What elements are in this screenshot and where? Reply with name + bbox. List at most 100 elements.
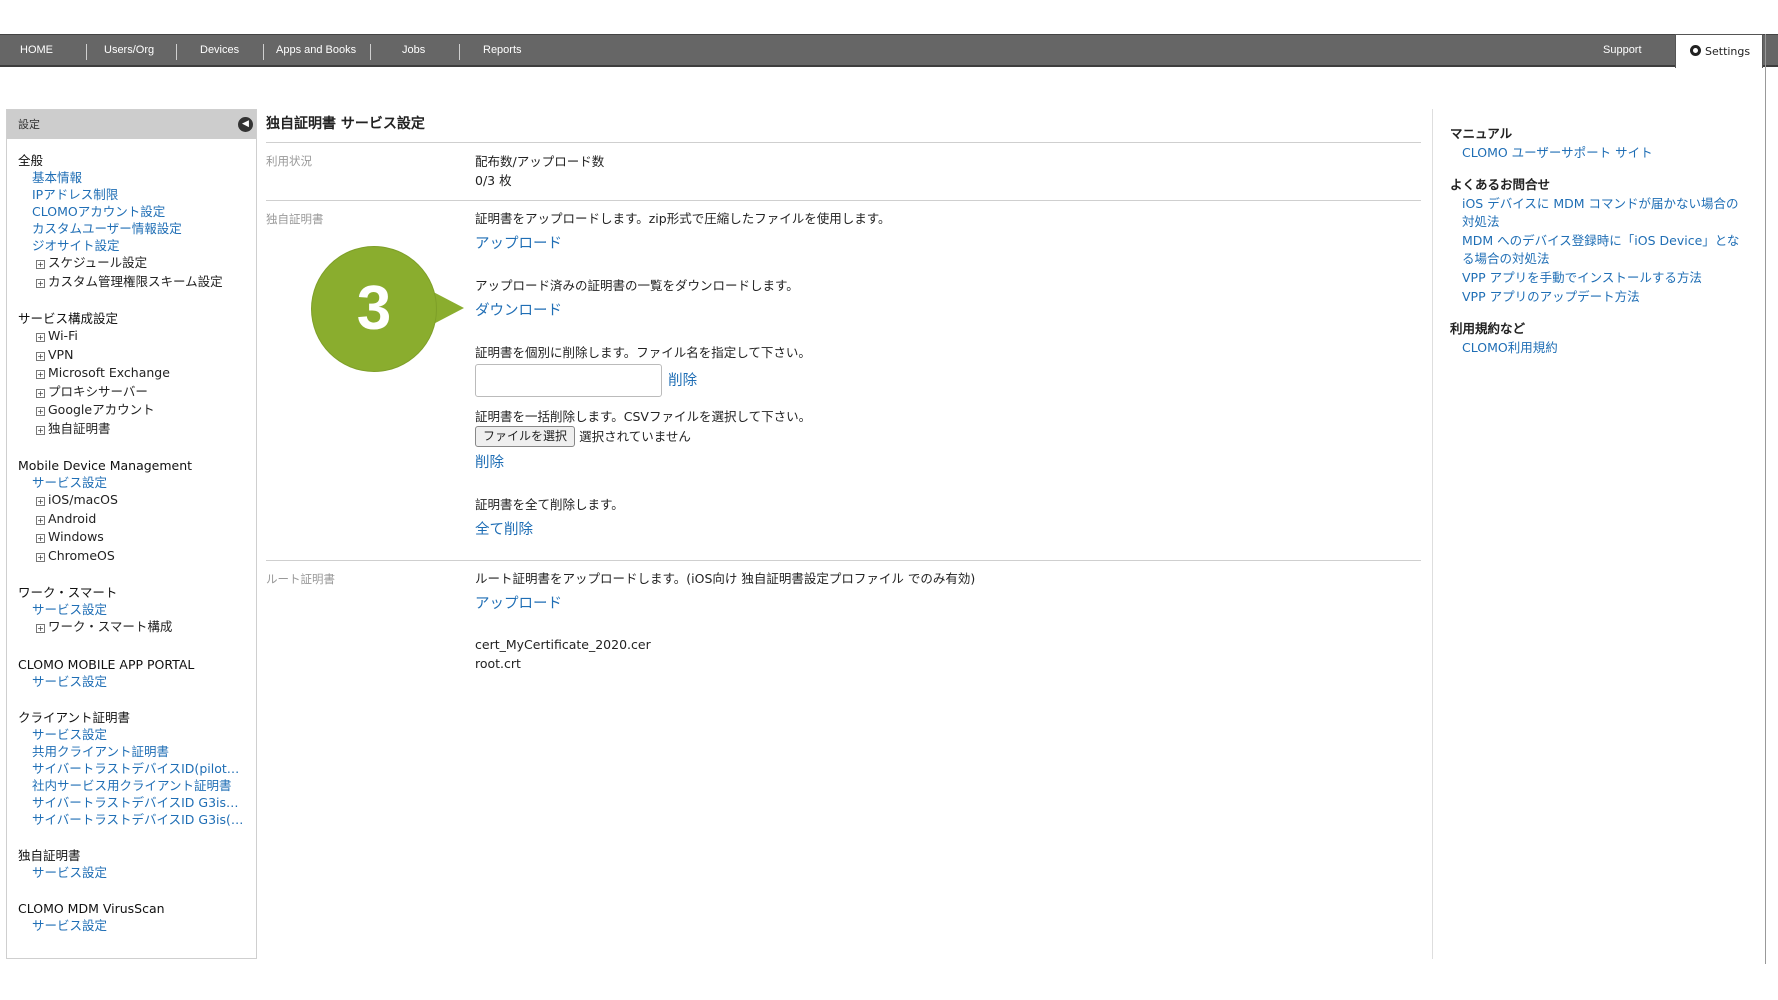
sidebar-group: ワーク・スマート サービス設定 + ワーク・スマート構成 [18, 584, 256, 637]
sidebar-tree-item[interactable]: + プロキシサーバー [18, 383, 256, 402]
sidebar-group-title: サービス構成設定 [18, 311, 119, 326]
nav-reports[interactable]: Reports [483, 35, 522, 66]
sidebar-link[interactable]: CLOMOアカウント設定 [18, 203, 244, 220]
sidebar-group-title: 全般 [18, 153, 44, 168]
sidebar-tree-item[interactable]: + Windows [18, 528, 256, 547]
usage-section: 利用状況 配布数/アップロード数 0/3 枚 [266, 143, 1421, 201]
page-title: 独自証明書 サービス設定 [266, 109, 1421, 143]
download-link[interactable]: ダウンロード [475, 300, 562, 322]
nav-separator [370, 44, 371, 60]
root-upload-link[interactable]: アップロード [475, 593, 562, 615]
nav-jobs[interactable]: Jobs [402, 35, 425, 66]
sidebar-link[interactable]: IPアドレス制限 [18, 186, 244, 203]
sidebar-link[interactable]: サービス設定 [18, 864, 244, 881]
nav-separator [263, 44, 264, 60]
delete-single-link[interactable]: 削除 [668, 370, 697, 392]
nav-apps-and-books[interactable]: Apps and Books [276, 35, 356, 66]
step-badge-number: 3 [356, 274, 392, 343]
expand-plus-icon[interactable]: + [36, 351, 45, 361]
bulk-delete-link[interactable]: 削除 [475, 452, 504, 474]
help-group: マニュアル CLOMO ユーザーサポート サイト [1450, 125, 1762, 162]
sidebar-tree-item[interactable]: + 独自証明書 [18, 420, 256, 439]
sidebar-header: 設定 ◀ [7, 110, 256, 139]
expand-plus-icon[interactable]: + [36, 388, 45, 398]
sidebar-link[interactable]: サイバートラストデバイスID G3is… [18, 794, 244, 811]
expand-plus-icon[interactable]: + [36, 370, 45, 379]
sidebar-tree-item[interactable]: + Googleアカウント [18, 401, 256, 420]
expand-plus-icon[interactable]: + [36, 278, 45, 288]
sidebar-link[interactable]: ジオサイト設定 [18, 237, 244, 254]
sidebar-group-title: CLOMO MOBILE APP PORTAL [18, 656, 195, 672]
sidebar-link[interactable]: 社内サービス用クライアント証明書 [18, 777, 244, 794]
expand-plus-icon[interactable]: + [36, 407, 45, 416]
gear-icon [1690, 45, 1701, 56]
nav-support[interactable]: Support [1603, 35, 1642, 66]
sidebar-tree-item[interactable]: + Microsoft Exchange [18, 364, 256, 383]
expand-plus-icon[interactable]: + [36, 260, 45, 269]
sidebar-tree-item[interactable]: + Android [18, 510, 256, 529]
nav-separator [176, 44, 177, 60]
sidebar-group-title: クライアント証明書 [18, 709, 131, 725]
sidebar-link[interactable]: サービス設定 [18, 601, 244, 618]
expand-plus-icon[interactable]: + [36, 333, 45, 342]
root-file-item: root.crt [475, 656, 521, 671]
upload-description: 証明書をアップロードします。zip形式で圧縮したファイルを使用します。 [475, 211, 891, 226]
sidebar-link[interactable]: サービス設定 [18, 673, 244, 690]
sidebar-tree-label: ワーク・スマート構成 [48, 619, 173, 634]
sidebar-tree-label: プロキシサーバー [48, 383, 148, 399]
upload-link[interactable]: アップロード [475, 233, 562, 255]
sidebar-tree-item[interactable]: + カスタム管理権限スキーム設定 [18, 273, 256, 292]
expand-plus-icon[interactable]: + [36, 552, 45, 562]
sidebar-link[interactable]: サイバートラストデバイスID G3is(… [18, 811, 244, 828]
sidebar-tree-label: iOS/macOS [48, 492, 118, 507]
help-link[interactable]: CLOMO ユーザーサポート サイト [1450, 144, 1750, 162]
nav-users-org[interactable]: Users/Org [104, 35, 154, 66]
sidebar-tree-item[interactable]: + Wi-Fi [18, 327, 256, 346]
sidebar-tree-label: Android [48, 510, 97, 526]
sidebar-link[interactable]: サイバートラストデバイスID(pilot)… [18, 760, 244, 777]
nav-home[interactable]: HOME [20, 35, 53, 66]
sidebar-tree-label: Windows [48, 529, 104, 544]
help-group: よくあるお問合せ iOS デバイスに MDM コマンドが届かない場合の対処法 MDM… [1450, 176, 1762, 306]
help-link[interactable]: MDM へのデバイス登録時に「iOS Device」となる場合の対処法 [1450, 232, 1750, 268]
help-panel: マニュアル CLOMO ユーザーサポート サイトよくあるお問合せ iOS デバイスに… [1432, 109, 1762, 959]
sidebar-header-title: 設定 [18, 118, 40, 131]
sidebar-group-title: ワーク・スマート [18, 585, 118, 600]
expand-plus-icon[interactable]: + [36, 534, 45, 543]
nav-settings-tab[interactable]: Settings [1675, 34, 1763, 68]
help-link[interactable]: iOS デバイスに MDM コマンドが届かない場合の対処法 [1450, 195, 1750, 231]
sidebar-tree-item[interactable]: + ChromeOS [18, 547, 256, 566]
download-description: アップロード済みの証明書の一覧をダウンロードします。 [475, 278, 799, 293]
sidebar-link[interactable]: 基本情報 [18, 169, 244, 186]
choose-file-button[interactable]: ファイルを選択 [475, 426, 576, 447]
sidebar-tree-item[interactable]: + ワーク・スマート構成 [18, 618, 256, 637]
sidebar-tree-label: スケジュール設定 [48, 255, 148, 270]
delete-single-description: 証明書を個別に削除します。ファイル名を指定して下さい。 [475, 345, 811, 360]
expand-plus-icon[interactable]: + [36, 425, 45, 435]
sidebar-menu: 全般 基本情報 IPアドレス制限 CLOMOアカウント設定 カスタムユーザー情報設定 ジオ… [7, 139, 256, 934]
sidebar-tree-item[interactable]: + VPN [18, 346, 256, 365]
expand-plus-icon[interactable]: + [36, 497, 45, 506]
sidebar-tree-item[interactable]: + スケジュール設定 [18, 254, 256, 273]
sidebar-tree-label: VPN [48, 346, 74, 362]
sidebar-tree-label: カスタム管理権限スキーム設定 [48, 273, 223, 289]
delete-all-link[interactable]: 全て削除 [475, 519, 533, 541]
sidebar-link[interactable]: サービス設定 [18, 474, 244, 491]
nav-devices[interactable]: Devices [200, 35, 239, 66]
sidebar-link[interactable]: 共用クライアント証明書 [18, 743, 244, 760]
sidebar-tree-item[interactable]: + iOS/macOS [18, 491, 256, 510]
nav-separator [459, 44, 460, 60]
sidebar-link[interactable]: カスタムユーザー情報設定 [18, 220, 244, 237]
collapse-left-icon[interactable]: ◀ [238, 117, 253, 132]
expand-plus-icon[interactable]: + [36, 515, 45, 525]
help-link[interactable]: VPP アプリを手動でインストールする方法 [1450, 269, 1750, 287]
main-content: 独自証明書 サービス設定 利用状況 配布数/アップロード数 0/3 枚 独自証明… [266, 109, 1421, 683]
expand-plus-icon[interactable]: + [36, 624, 45, 633]
help-link[interactable]: VPP アプリのアップデート方法 [1450, 288, 1750, 306]
usage-value: 0/3 枚 [475, 173, 512, 188]
help-link[interactable]: CLOMO利用規約 [1450, 339, 1750, 357]
sidebar-link[interactable]: サービス設定 [18, 726, 244, 743]
sidebar-link[interactable]: サービス設定 [18, 917, 244, 934]
help-group-title: マニュアル [1450, 126, 1513, 141]
filename-input[interactable] [475, 364, 662, 397]
